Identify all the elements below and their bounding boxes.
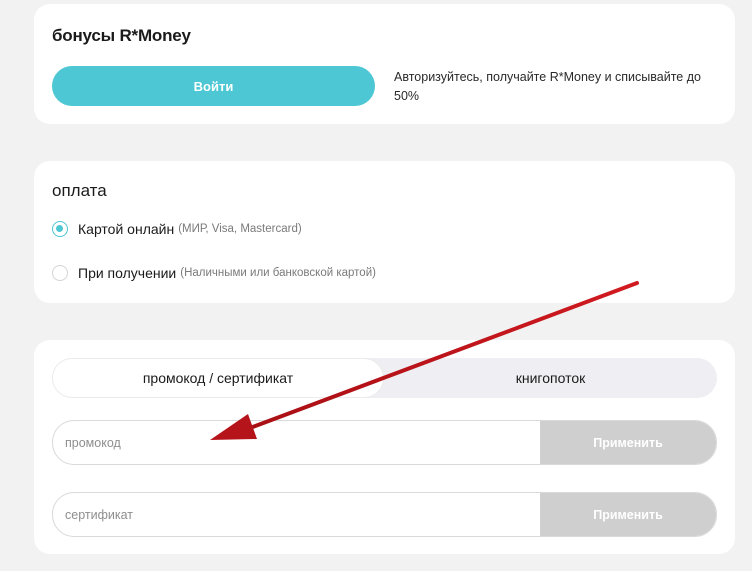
promo-code-field: Применить [52, 420, 717, 465]
tab-knigopotok[interactable]: книгопоток [384, 358, 717, 398]
payment-option-card-online[interactable]: Картой онлайн (МИР, Visa, Mastercard) [52, 221, 302, 237]
bonus-description: Авторизуйтесь, получайте R*Money и списы… [394, 70, 701, 103]
payment-option-label: При получении [78, 265, 177, 281]
apply-certificate-button[interactable]: Применить [540, 493, 716, 536]
payment-option-on-delivery[interactable]: При получении (Наличными или банковской … [52, 265, 376, 281]
bonus-title: бонусы R*Money [52, 26, 191, 45]
radio-unchecked-icon[interactable] [52, 265, 68, 281]
bonus-card: бонусы R*Money Войти Авторизуйтесь, полу… [34, 4, 735, 124]
apply-promo-button[interactable]: Применить [540, 421, 716, 464]
login-button[interactable]: Войти [52, 66, 375, 106]
certificate-input[interactable] [53, 493, 541, 536]
radio-checked-icon[interactable] [52, 221, 68, 237]
promo-card: промокод / сертификат книгопоток Примени… [34, 340, 735, 554]
promo-code-input[interactable] [53, 421, 541, 464]
promo-tabs: промокод / сертификат книгопоток [52, 358, 717, 398]
payment-option-label: Картой онлайн [78, 221, 175, 237]
payment-card: оплата Картой онлайн (МИР, Visa, Masterc… [34, 161, 735, 303]
certificate-field: Применить [52, 492, 717, 537]
tab-promo-certificate[interactable]: промокод / сертификат [52, 358, 384, 398]
payment-option-hint: (МИР, Visa, Mastercard) [178, 223, 302, 235]
payment-option-hint: (Наличными или банковской картой) [180, 267, 376, 279]
payment-title: оплата [52, 181, 107, 200]
